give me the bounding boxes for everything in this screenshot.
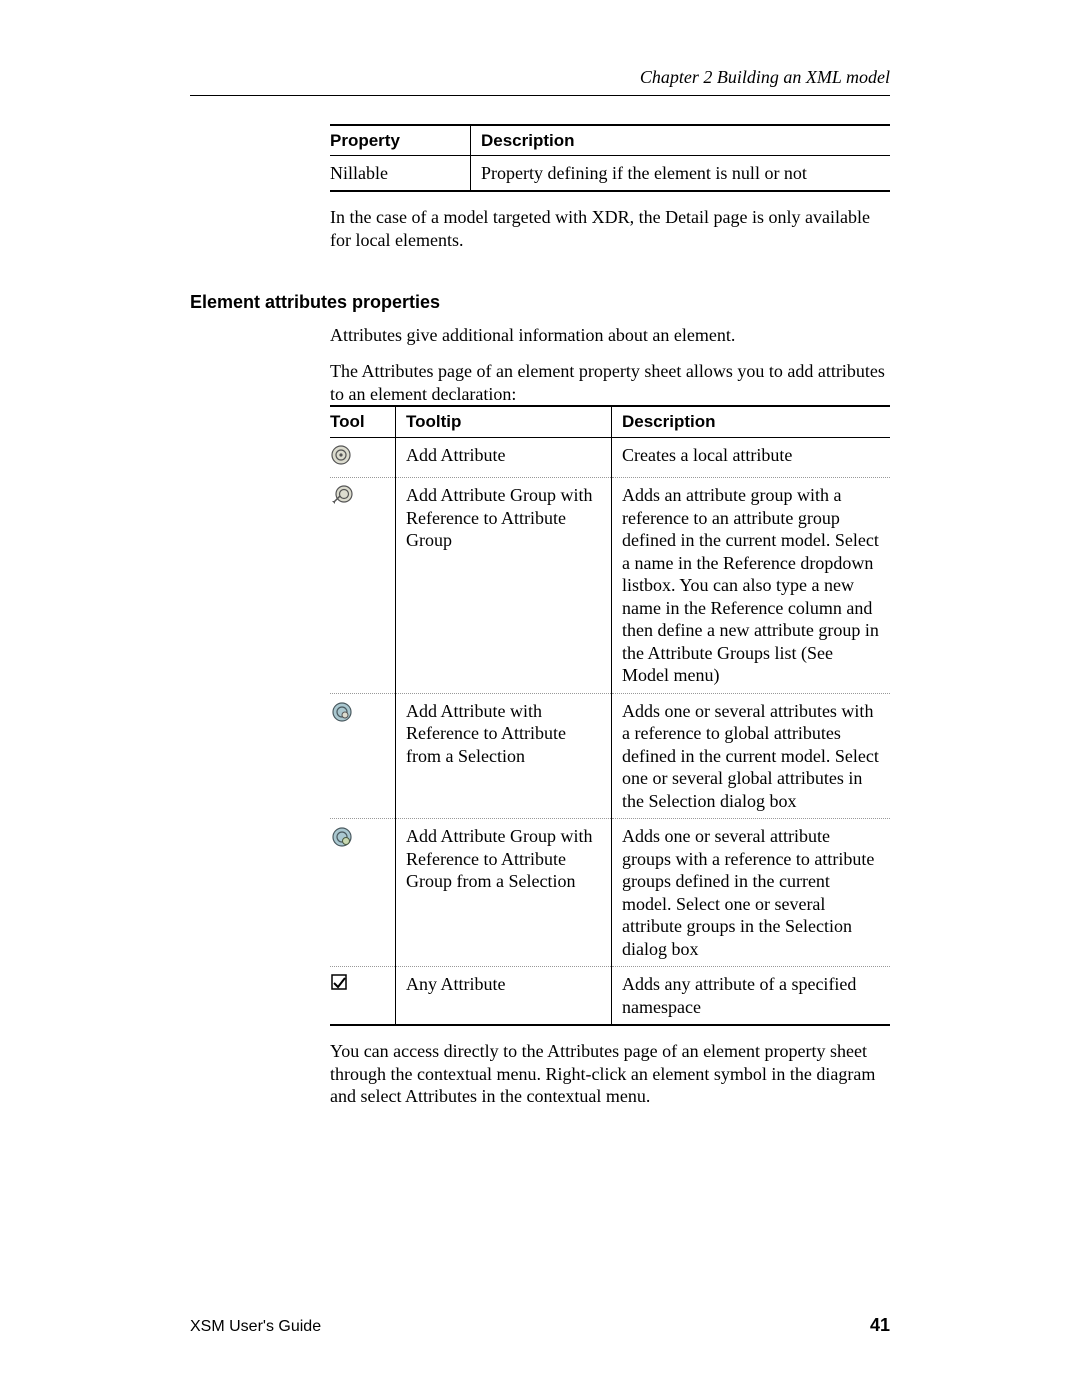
page: Chapter 2 Building an XML model Property… — [0, 0, 1080, 1397]
header-rule — [190, 95, 890, 96]
add-attribute-group-ref-selection-icon — [330, 825, 354, 849]
col-header-property: Property — [330, 125, 471, 156]
description-text: Adds one or several attributes with a re… — [612, 693, 891, 819]
table-header-row: Property Description — [330, 125, 890, 156]
table-row: Add Attribute Group with Reference to At… — [330, 478, 890, 694]
table-row: Add Attribute with Reference to Attribut… — [330, 693, 890, 819]
tool-icon-cell — [330, 693, 396, 819]
paragraph-attributes-page: The Attributes page of an element proper… — [330, 360, 890, 405]
tooltip-text: Add Attribute Group with Reference to At… — [396, 819, 612, 967]
tooltip-text: Add Attribute with Reference to Attribut… — [396, 693, 612, 819]
any-attribute-checkbox-icon — [330, 973, 350, 993]
col-header-tool: Tool — [330, 406, 396, 437]
running-header: Chapter 2 Building an XML model — [190, 66, 890, 89]
property-description: Property defining if the element is null… — [471, 155, 891, 191]
paragraph-intro: Attributes give additional information a… — [330, 324, 890, 347]
page-number: 41 — [870, 1314, 890, 1337]
table-row: Any Attribute Adds any attribute of a sp… — [330, 967, 890, 1026]
footer-guide-title: XSM User's Guide — [190, 1317, 321, 1337]
col-header-tooltip: Tooltip — [396, 406, 612, 437]
col-header-description: Description — [612, 406, 891, 437]
add-attribute-group-ref-icon — [330, 484, 354, 508]
table-row: Add Attribute Group with Reference to At… — [330, 819, 890, 967]
content-column: Property Description Nillable Property d… — [330, 124, 890, 252]
property-table: Property Description Nillable Property d… — [330, 124, 890, 193]
paragraph-access-note: You can access directly to the Attribute… — [330, 1040, 890, 1108]
tooltip-text: Add Attribute Group with Reference to At… — [396, 478, 612, 694]
tool-icon-cell — [330, 819, 396, 967]
description-text: Adds any attribute of a specified namesp… — [612, 967, 891, 1026]
property-name: Nillable — [330, 155, 471, 191]
add-attribute-icon — [330, 444, 352, 466]
tool-icon-cell — [330, 967, 396, 1026]
tooltip-text: Any Attribute — [396, 967, 612, 1026]
page-footer: XSM User's Guide 41 — [190, 1314, 890, 1337]
table-header-row: Tool Tooltip Description — [330, 406, 890, 437]
description-text: Adds one or several attribute groups wit… — [612, 819, 891, 967]
tool-icon-cell — [330, 437, 396, 478]
section-heading: Element attributes properties — [190, 291, 890, 314]
tool-icon-cell — [330, 478, 396, 694]
add-attribute-ref-selection-icon — [330, 700, 354, 724]
tooltip-text: Add Attribute — [396, 437, 612, 478]
paragraph-xdr-note: In the case of a model targeted with XDR… — [330, 206, 890, 251]
table-row: Nillable Property defining if the elemen… — [330, 155, 890, 191]
tool-table: Tool Tooltip Description Add Attribute C… — [330, 405, 890, 1026]
col-header-description: Description — [471, 125, 891, 156]
content-column: Attributes give additional information a… — [330, 324, 890, 1108]
table-row: Add Attribute Creates a local attribute — [330, 437, 890, 478]
description-text: Adds an attribute group with a reference… — [612, 478, 891, 694]
description-text: Creates a local attribute — [612, 437, 891, 478]
